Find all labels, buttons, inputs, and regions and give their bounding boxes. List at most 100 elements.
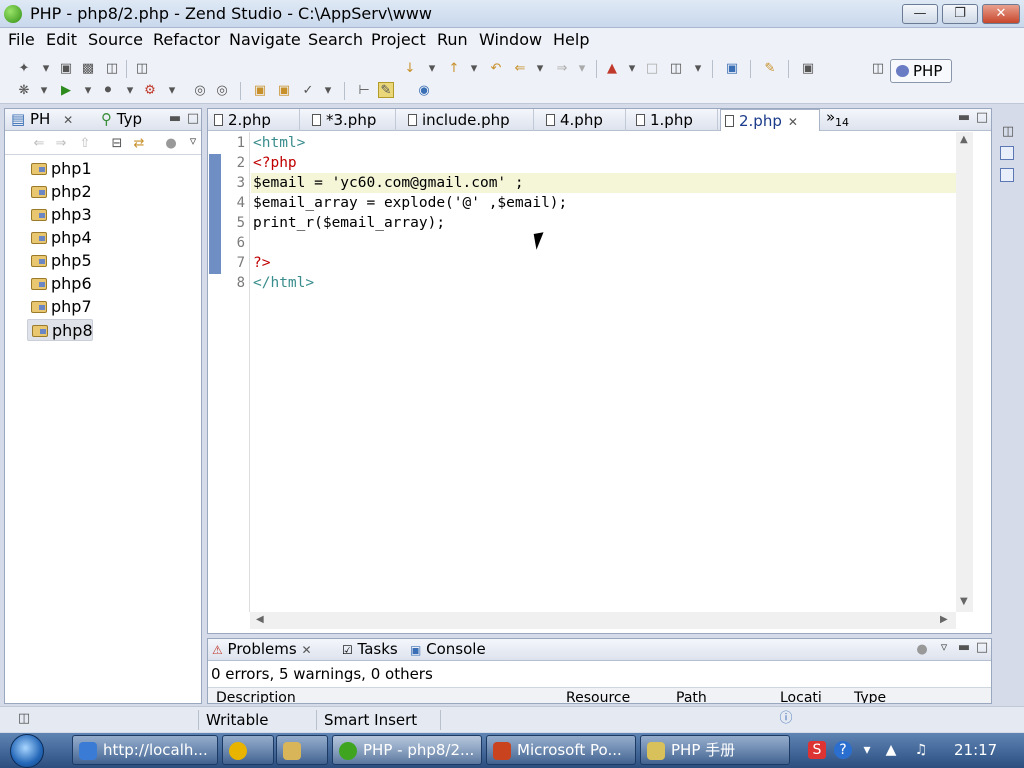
project-item-php6[interactable]: php6 bbox=[27, 273, 93, 295]
scroll-up-icon[interactable]: ▲ bbox=[960, 134, 968, 145]
tab-problems[interactable]: ⚠ Problems ✕ bbox=[212, 640, 312, 658]
tab-editor-2php[interactable]: 2.php bbox=[210, 109, 300, 131]
open-folder-icon[interactable]: ▣ bbox=[252, 83, 268, 99]
panel-minimize-icon[interactable]: ▬ bbox=[956, 640, 972, 656]
editor-minimize-icon[interactable]: ▬ bbox=[956, 110, 972, 126]
tunnel-icon[interactable]: ▣ bbox=[800, 61, 816, 77]
menu-navigate[interactable]: Navigate bbox=[229, 30, 301, 49]
tray-more-icon[interactable]: ▾ bbox=[858, 741, 876, 759]
next-annotation-icon[interactable]: ↓ bbox=[402, 61, 418, 77]
filter-icon[interactable]: ● bbox=[914, 642, 930, 658]
menu-file[interactable]: File bbox=[8, 30, 35, 49]
debug-icon[interactable]: ❋ bbox=[16, 83, 32, 99]
tab-php-explorer-close-icon[interactable]: ✕ bbox=[63, 113, 73, 127]
volume-icon[interactable]: ♫ bbox=[912, 741, 930, 759]
php-perspective-button[interactable]: PHP bbox=[890, 59, 952, 83]
tab-type-hierarchy[interactable]: ⚲ Typ bbox=[101, 110, 142, 128]
run-dropdown-icon[interactable]: ▾ bbox=[80, 83, 96, 99]
panel-maximize-icon[interactable]: □ bbox=[974, 640, 990, 656]
task-explorer[interactable] bbox=[276, 735, 328, 765]
forward-dropdown-icon[interactable]: ▾ bbox=[574, 61, 590, 77]
menu-source[interactable]: Source bbox=[88, 30, 143, 49]
collapse-all-icon[interactable]: ⊟ bbox=[109, 136, 125, 152]
view-menu-icon[interactable]: ● bbox=[163, 136, 179, 152]
task-php-manual[interactable]: PHP 手册 bbox=[640, 735, 790, 765]
highlight-toggle-icon[interactable]: ✎ bbox=[378, 82, 394, 98]
menu-search[interactable]: Search bbox=[308, 30, 363, 49]
menu-run[interactable]: Run bbox=[437, 30, 468, 49]
view-dropdown-icon[interactable]: ▿ bbox=[185, 134, 201, 150]
next-annotation-dropdown-icon[interactable]: ▾ bbox=[424, 61, 440, 77]
link-editor-icon[interactable]: ⇄ bbox=[131, 136, 147, 152]
panel-menu-icon[interactable]: ▿ bbox=[936, 640, 952, 656]
scroll-left-icon[interactable]: ◀ bbox=[256, 614, 264, 625]
col-resource[interactable]: Resource bbox=[566, 690, 630, 703]
task-ie[interactable]: http://localh... bbox=[72, 735, 218, 765]
start-button[interactable] bbox=[10, 734, 44, 768]
menu-help[interactable]: Help bbox=[553, 30, 589, 49]
update-info-icon[interactable]: ⓘ bbox=[778, 711, 794, 727]
save-all-icon[interactable]: ▩ bbox=[80, 61, 96, 77]
menu-project[interactable]: Project bbox=[371, 30, 426, 49]
scroll-right-icon[interactable]: ▶ bbox=[940, 614, 948, 625]
tab-console[interactable]: ▣ Console bbox=[410, 640, 486, 658]
clock[interactable]: 21:17 bbox=[954, 741, 997, 759]
maximize-editor-icon[interactable]: □ bbox=[644, 61, 660, 77]
tab-tasks[interactable]: ☑ Tasks bbox=[342, 640, 398, 658]
open-project-icon[interactable]: ▣ bbox=[276, 83, 292, 99]
previous-annotation-icon[interactable]: ↑ bbox=[446, 61, 462, 77]
col-description[interactable]: Description bbox=[216, 690, 296, 703]
vertical-scrollbar[interactable]: ▲ ▼ bbox=[956, 132, 973, 612]
save-icon[interactable]: ▣ bbox=[58, 61, 74, 77]
back-dropdown-icon[interactable]: ▾ bbox=[532, 61, 548, 77]
print-icon[interactable]: ◫ bbox=[104, 61, 120, 77]
show-hidden-icons[interactable]: ▲ bbox=[882, 741, 900, 759]
col-location[interactable]: Locati bbox=[780, 690, 822, 703]
open-perspective-icon[interactable]: ◫ bbox=[870, 61, 886, 77]
open-type-icon[interactable]: ◫ bbox=[668, 61, 684, 77]
task-icon[interactable]: ✎ bbox=[762, 61, 778, 77]
up-nav-icon[interactable]: ⇧ bbox=[77, 136, 93, 152]
maximize-view-icon[interactable]: □ bbox=[185, 111, 201, 127]
external-tools-dropdown-icon[interactable]: ▾ bbox=[164, 83, 180, 99]
editor-maximize-icon[interactable]: □ bbox=[974, 110, 990, 126]
task-zend-studio[interactable]: PHP - php8/2... bbox=[332, 735, 482, 765]
tab-editor-4php[interactable]: 4.php bbox=[542, 109, 626, 131]
run-icon[interactable]: ▶ bbox=[58, 83, 74, 99]
open-type-dropdown-icon[interactable]: ▾ bbox=[690, 61, 706, 77]
debug-dropdown-icon[interactable]: ▾ bbox=[36, 83, 52, 99]
pin-editor-dropdown-icon[interactable]: ▾ bbox=[624, 61, 640, 77]
server-icon[interactable]: ◎ bbox=[214, 83, 230, 99]
project-item-php5[interactable]: php5 bbox=[27, 250, 93, 272]
profile-dropdown-icon[interactable]: ▾ bbox=[122, 83, 138, 99]
maximize-button[interactable]: ❐ bbox=[942, 4, 978, 24]
new-icon[interactable]: ✦ bbox=[16, 61, 32, 77]
forward-icon[interactable]: ⇒ bbox=[554, 61, 570, 77]
new-dropdown-icon[interactable]: ▾ bbox=[38, 61, 54, 77]
previous-annotation-dropdown-icon[interactable]: ▾ bbox=[466, 61, 482, 77]
menu-edit[interactable]: Edit bbox=[46, 30, 77, 49]
back-icon[interactable]: ⇐ bbox=[512, 61, 528, 77]
minimize-view-icon[interactable]: ▬ bbox=[167, 111, 183, 127]
minimize-button[interactable]: — bbox=[902, 4, 938, 24]
more-tabs-chevron[interactable]: » bbox=[826, 108, 835, 126]
new-php-file-icon[interactable]: ◫ bbox=[134, 61, 150, 77]
project-item-php8[interactable]: php8 bbox=[27, 319, 93, 341]
tab-editor-3php[interactable]: *3.php bbox=[308, 109, 396, 131]
profile-icon[interactable]: ⚫ bbox=[100, 83, 116, 99]
external-tools-icon[interactable]: ⚙ bbox=[142, 83, 158, 99]
tab-close-icon[interactable]: ✕ bbox=[788, 115, 798, 129]
task-powerpoint[interactable]: Microsoft Po... bbox=[486, 735, 636, 765]
task-chrome[interactable] bbox=[222, 735, 274, 765]
project-item-php4[interactable]: php4 bbox=[27, 227, 93, 249]
menu-window[interactable]: Window bbox=[479, 30, 542, 49]
restore-icon[interactable]: ◫ bbox=[1000, 124, 1016, 140]
tab-php-explorer[interactable]: ▤ PH ✕ bbox=[11, 110, 73, 128]
editor-body[interactable]: 1 2 3 4 5 6 7 8 <html> <?php $email = 'y… bbox=[208, 132, 991, 629]
col-path[interactable]: Path bbox=[676, 690, 707, 703]
project-item-php3[interactable]: php3 bbox=[27, 204, 93, 226]
back-nav-icon[interactable]: ⇐ bbox=[31, 136, 47, 152]
inspector-icon[interactable] bbox=[1000, 168, 1014, 182]
tab-editor-1php[interactable]: 1.php bbox=[632, 109, 718, 131]
help-tray-icon[interactable]: ? bbox=[834, 741, 852, 759]
